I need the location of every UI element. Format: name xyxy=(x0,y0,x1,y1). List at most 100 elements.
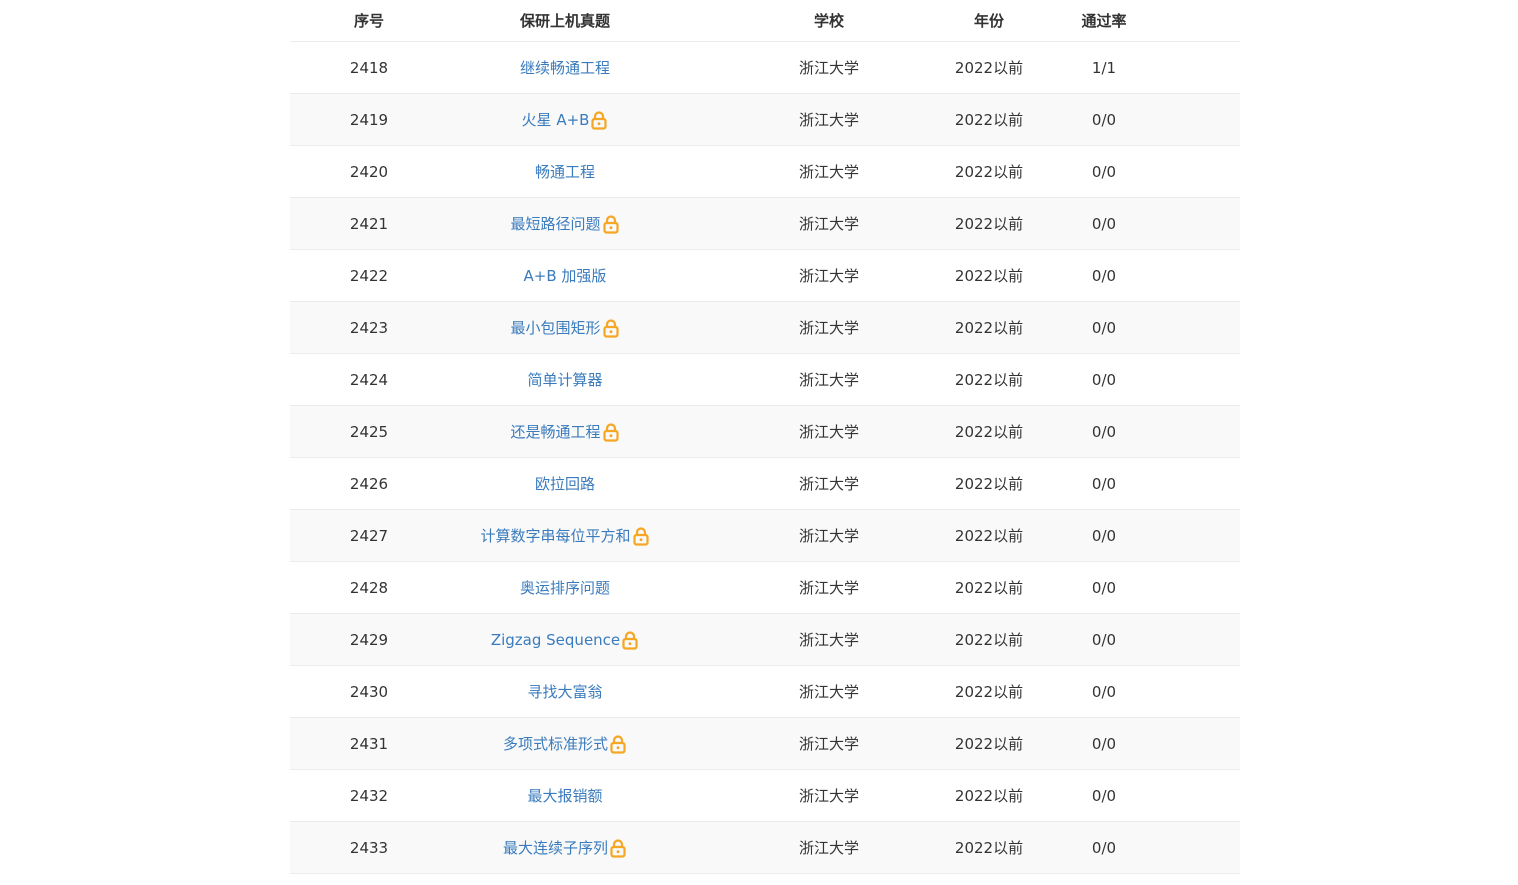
problem-title-cell: 最小包围矩形 xyxy=(420,302,710,353)
problem-title-cell: 继续畅通工程 xyxy=(420,42,710,93)
problem-title-cell: 计算数字串每位平方和 xyxy=(420,510,710,561)
problem-title-text: 火星 A+B xyxy=(521,111,590,129)
table-row: 2427 计算数字串每位平方和 浙江大学 2022以前 0/0 xyxy=(290,510,1240,562)
problem-pass-rate: 0/0 xyxy=(1091,370,1117,389)
table-row: 2424 简单计算器 浙江大学 2022以前 0/0 xyxy=(290,354,1240,406)
problem-title-cell: 寻找大富翁 xyxy=(420,666,710,717)
header-year: 年份 xyxy=(973,12,1004,30)
table-row: 2421 最短路径问题 浙江大学 2022以前 0/0 xyxy=(290,198,1240,250)
problem-school: 浙江大学 xyxy=(798,111,859,129)
header-rate: 通过率 xyxy=(1081,12,1127,30)
lock-icon xyxy=(622,630,638,650)
problem-title-text: 多项式标准形式 xyxy=(502,735,608,753)
problem-title-cell: 最大连续子序列 xyxy=(420,822,710,873)
problem-pass-rate: 0/0 xyxy=(1091,838,1117,857)
problem-title-link[interactable]: Zigzag Sequence xyxy=(491,630,639,650)
problem-year: 2022以前 xyxy=(954,59,1024,77)
problem-title-link[interactable]: 计算数字串每位平方和 xyxy=(480,525,649,546)
table-row: 2431 多项式标准形式 浙江大学 2022以前 0/0 xyxy=(290,718,1240,770)
problem-title-link[interactable]: 多项式标准形式 xyxy=(503,733,627,754)
problem-title-link[interactable]: 火星 A+B xyxy=(522,109,609,130)
problem-title-text: A+B 加强版 xyxy=(523,267,607,285)
problem-title-link[interactable]: 简单计算器 xyxy=(527,369,602,390)
problem-title-link[interactable]: A+B 加强版 xyxy=(524,265,607,286)
problem-pass-rate: 0/0 xyxy=(1091,162,1117,181)
problem-school: 浙江大学 xyxy=(798,423,859,441)
problem-year: 2022以前 xyxy=(954,631,1024,649)
problem-title-link[interactable]: 畅通工程 xyxy=(535,161,595,182)
table-row: 2418 继续畅通工程 浙江大学 2022以前 1/1 xyxy=(290,42,1240,94)
lock-icon xyxy=(610,734,626,754)
table-row: 2430 寻找大富翁 浙江大学 2022以前 0/0 xyxy=(290,666,1240,718)
problem-year: 2022以前 xyxy=(954,111,1024,129)
lock-icon xyxy=(602,422,619,442)
problem-year: 2022以前 xyxy=(954,527,1024,545)
problem-school: 浙江大学 xyxy=(798,163,859,181)
problem-title-cell: 奥运排序问题 xyxy=(420,562,710,613)
problem-title-link[interactable]: 欧拉回路 xyxy=(535,473,595,494)
problem-year: 2022以前 xyxy=(954,215,1024,233)
header-school: 学校 xyxy=(813,12,844,30)
table-row: 2433 最大连续子序列 浙江大学 2022以前 0/0 xyxy=(290,822,1240,874)
problem-title-text: 最大连续子序列 xyxy=(502,839,608,857)
problem-pass-rate: 0/0 xyxy=(1091,214,1117,233)
problem-pass-rate: 0/0 xyxy=(1091,682,1117,701)
problem-title-text: 简单计算器 xyxy=(527,371,603,389)
problem-year: 2022以前 xyxy=(954,371,1024,389)
problem-pass-rate: 0/0 xyxy=(1091,318,1117,337)
problem-title-text: 计算数字串每位平方和 xyxy=(480,527,631,545)
problem-title-cell: A+B 加强版 xyxy=(420,250,710,301)
problem-year: 2022以前 xyxy=(954,579,1024,597)
table-row: 2432 最大报销额 浙江大学 2022以前 0/0 xyxy=(290,770,1240,822)
problem-school: 浙江大学 xyxy=(798,839,859,857)
problem-year: 2022以前 xyxy=(954,839,1024,857)
problem-title-link[interactable]: 继续畅通工程 xyxy=(520,57,610,78)
problem-title-link[interactable]: 寻找大富翁 xyxy=(527,681,602,702)
problem-year: 2022以前 xyxy=(954,163,1024,181)
table-row: 2420 畅通工程 浙江大学 2022以前 0/0 xyxy=(290,146,1240,198)
problem-pass-rate: 0/0 xyxy=(1091,266,1117,285)
problem-year: 2022以前 xyxy=(954,423,1024,441)
problem-title-link[interactable]: 最大报销额 xyxy=(527,785,602,806)
problem-school: 浙江大学 xyxy=(798,787,859,805)
lock-icon xyxy=(602,214,619,234)
table-row: 2426 欧拉回路 浙江大学 2022以前 0/0 xyxy=(290,458,1240,510)
table-row: 2422 A+B 加强版 浙江大学 2022以前 0/0 xyxy=(290,250,1240,302)
problem-pass-rate: 0/0 xyxy=(1091,578,1117,597)
problem-title-link[interactable]: 最小包围矩形 xyxy=(510,317,619,338)
problem-school: 浙江大学 xyxy=(798,215,859,233)
problem-title-cell: 火星 A+B xyxy=(420,94,710,145)
problem-school: 浙江大学 xyxy=(798,371,859,389)
problem-year: 2022以前 xyxy=(954,735,1024,753)
problem-pass-rate: 0/0 xyxy=(1091,786,1117,805)
problem-year: 2022以前 xyxy=(954,319,1024,337)
table-header: 序号 保研上机真题 学校 年份 通过率 xyxy=(290,0,1240,42)
problem-title-link[interactable]: 最短路径问题 xyxy=(510,213,619,234)
table-row: 2428 奥运排序问题 浙江大学 2022以前 0/0 xyxy=(290,562,1240,614)
problem-title-text: 欧拉回路 xyxy=(534,475,595,493)
problem-title-text: 最小包围矩形 xyxy=(510,319,601,337)
header-title: 保研上机真题 xyxy=(519,12,610,30)
problem-year: 2022以前 xyxy=(954,787,1024,805)
problem-title-link[interactable]: 奥运排序问题 xyxy=(520,577,610,598)
problem-title-link[interactable]: 还是畅通工程 xyxy=(510,421,619,442)
problem-school: 浙江大学 xyxy=(798,267,859,285)
table-row: 2429 Zigzag Sequence 浙江大学 2022以前 0/0 xyxy=(290,614,1240,666)
lock-icon xyxy=(591,110,608,130)
table-row: 2419 火星 A+B 浙江大学 2022以前 0/0 xyxy=(290,94,1240,146)
problem-school: 浙江大学 xyxy=(798,579,859,597)
problem-title-cell: 还是畅通工程 xyxy=(420,406,710,457)
problem-pass-rate: 0/0 xyxy=(1091,526,1117,545)
problem-year: 2022以前 xyxy=(954,475,1024,493)
table-row: 2425 还是畅通工程 浙江大学 2022以前 0/0 xyxy=(290,406,1240,458)
problem-pass-rate: 0/0 xyxy=(1091,734,1117,753)
problem-title-text: 寻找大富翁 xyxy=(527,683,603,701)
problem-title-cell: 简单计算器 xyxy=(420,354,710,405)
problem-title-link[interactable]: 最大连续子序列 xyxy=(503,837,627,858)
table-row: 2423 最小包围矩形 浙江大学 2022以前 0/0 xyxy=(290,302,1240,354)
lock-icon xyxy=(602,318,619,338)
problem-pass-rate: 0/0 xyxy=(1091,422,1117,441)
problem-pass-rate: 0/0 xyxy=(1091,474,1117,493)
problem-title-cell: 欧拉回路 xyxy=(420,458,710,509)
problem-school: 浙江大学 xyxy=(798,475,859,493)
